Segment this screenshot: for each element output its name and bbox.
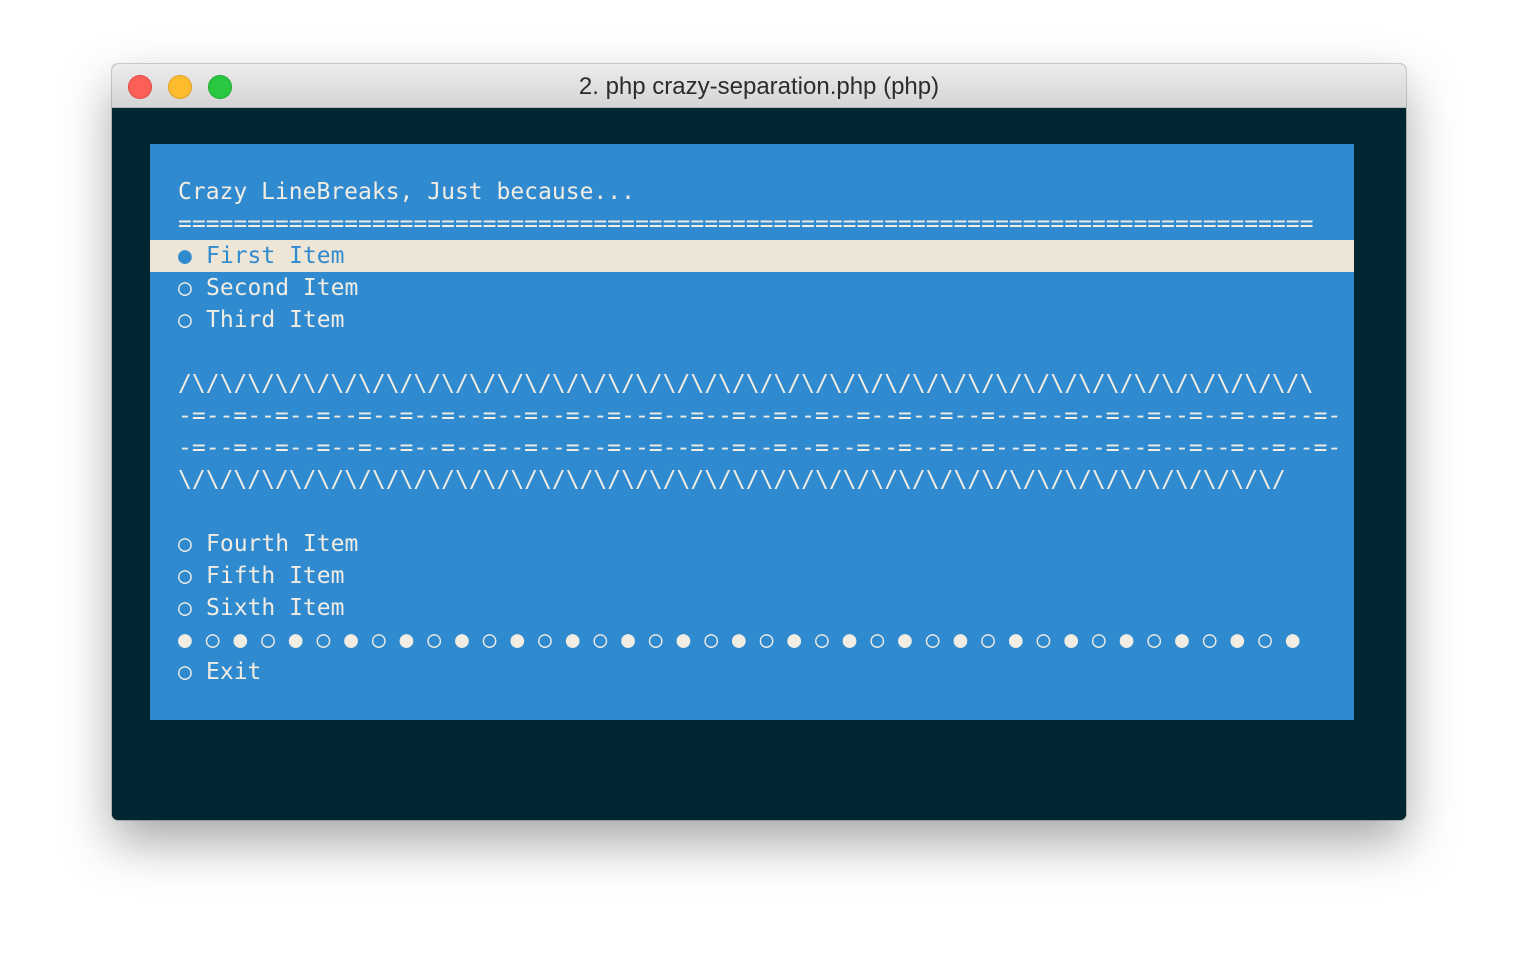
menu-item-second[interactable]: ○ Second Item: [150, 272, 1354, 304]
separator-dots: ● ○ ● ○ ● ○ ● ○ ● ○ ● ○ ● ○ ● ○ ● ○ ● ○ …: [178, 627, 1300, 653]
menu-item-label: Third Item: [206, 307, 345, 333]
menu-item-label: Second Item: [206, 275, 359, 301]
menu-item-fourth[interactable]: ○ Fourth Item: [150, 528, 1354, 560]
menu-title: Crazy LineBreaks, Just because...: [178, 179, 635, 205]
separator-dash-2: -=--=--=--=--=--=--=--=--=--=--=--=--=--…: [178, 435, 1342, 461]
title-bar: 2. php crazy-separation.php (php): [112, 64, 1406, 108]
menu-item-first[interactable]: ● First Item: [150, 240, 1354, 272]
menu-item-label: First Item: [206, 243, 345, 269]
menu-item-label: Exit: [206, 659, 262, 685]
radio-selected-icon: ●: [178, 243, 192, 269]
menu-title-rule: ========================================…: [178, 211, 1314, 237]
menu-item-label: Fifth Item: [206, 563, 345, 589]
radio-unselected-icon: ○: [178, 275, 192, 301]
radio-unselected-icon: ○: [178, 307, 192, 333]
menu-item-exit[interactable]: ○ Exit: [150, 656, 1354, 688]
terminal-window: 2. php crazy-separation.php (php) Crazy …: [112, 64, 1406, 820]
menu-item-fifth[interactable]: ○ Fifth Item: [150, 560, 1354, 592]
menu-item-sixth[interactable]: ○ Sixth Item: [150, 592, 1354, 624]
radio-unselected-icon: ○: [178, 563, 192, 589]
separator-zigzag-bottom: \/\/\/\/\/\/\/\/\/\/\/\/\/\/\/\/\/\/\/\/…: [178, 467, 1286, 493]
separator-zigzag-top: /\/\/\/\/\/\/\/\/\/\/\/\/\/\/\/\/\/\/\/\…: [178, 371, 1314, 397]
menu-item-label: Fourth Item: [206, 531, 359, 557]
separator-dash-1: -=--=--=--=--=--=--=--=--=--=--=--=--=--…: [178, 403, 1342, 429]
radio-unselected-icon: ○: [178, 659, 192, 685]
menu-item-third[interactable]: ○ Third Item: [150, 304, 1354, 336]
window-title: 2. php crazy-separation.php (php): [578, 73, 940, 100]
terminal-viewport[interactable]: Crazy LineBreaks, Just because... ======…: [112, 108, 1406, 820]
menu-item-label: Sixth Item: [206, 595, 345, 621]
cli-menu: Crazy LineBreaks, Just because... ======…: [150, 144, 1354, 720]
radio-unselected-icon: ○: [178, 595, 192, 621]
radio-unselected-icon: ○: [178, 531, 192, 557]
